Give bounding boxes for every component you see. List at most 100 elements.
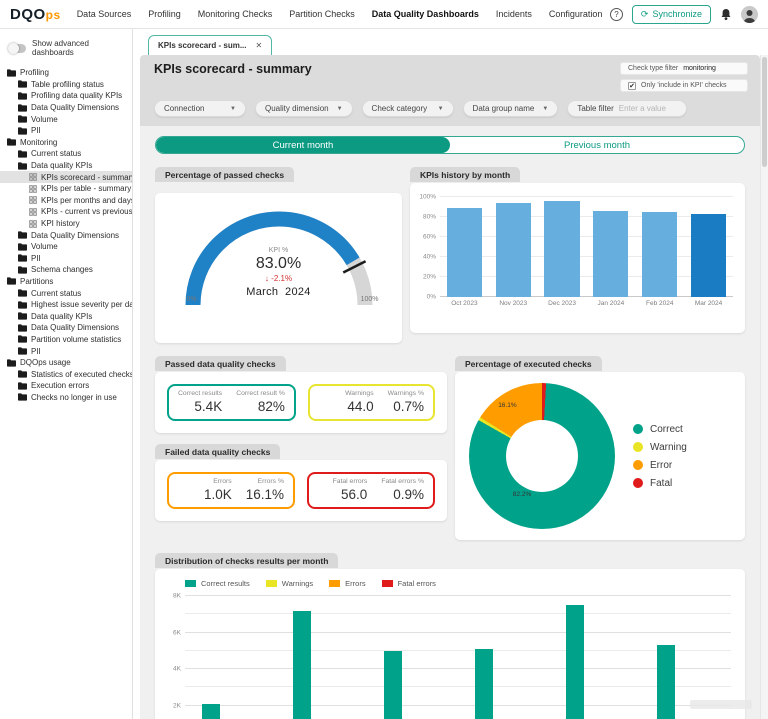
sidebar-item-volume[interactable]: Volume — [0, 241, 132, 253]
sidebar-item-pii[interactable]: PII — [0, 125, 132, 137]
folder-icon — [18, 231, 27, 239]
folder-icon — [18, 312, 27, 320]
stat-errors: Errors % 16.1% — [246, 478, 284, 502]
check-type-filter-value: monitoring — [683, 65, 716, 72]
scrollbar-thumb[interactable] — [762, 57, 767, 167]
sidebar-item-kpis-per-table-summary[interactable]: KPIs per table - summary — [0, 183, 132, 195]
distribution-chart-card: Correct results Warnings Errors Fatal error… — [155, 569, 745, 719]
bar-jan-2024-correct-results[interactable] — [475, 648, 493, 719]
bar-nov-2023[interactable] — [495, 203, 531, 297]
donut-card: 82.2% 16.1% Correct Warning Error Fatal — [455, 372, 745, 540]
filter-data-group-name[interactable]: Data group name ▼ — [462, 100, 559, 117]
bar-dec-2023-correct-results[interactable] — [384, 650, 402, 719]
sidebar-item-kpis-scorecard-summary[interactable]: KPIs scorecard - summary — [0, 171, 132, 183]
sidebar-item-label: KPIs per months and days — [41, 195, 132, 205]
sidebar-item-schema-changes[interactable]: Schema changes — [0, 264, 132, 276]
folder-icon — [7, 69, 16, 77]
folder-icon — [18, 393, 27, 402]
bar-oct-2023-correct-results[interactable] — [202, 703, 220, 719]
sidebar-item-partitions[interactable]: Partitions — [0, 276, 132, 288]
sidebar-item-label: Highest issue severity per day — [31, 300, 132, 310]
close-icon[interactable]: ✕ — [255, 41, 262, 50]
stat-label: Errors — [213, 478, 232, 485]
nav-item-partition-checks[interactable]: Partition Checks — [289, 9, 355, 19]
bar-oct-2023[interactable] — [446, 208, 482, 297]
folder-icon — [18, 92, 27, 100]
dashboard-header: KPIs scorecard - summary Check type filt… — [140, 55, 760, 126]
sidebar-item-current-status[interactable]: Current status — [0, 148, 132, 160]
sidebar-item-profiling-data-quality-kpis[interactable]: Profiling data quality KPIs — [0, 90, 132, 102]
toggle-switch[interactable] — [8, 42, 26, 54]
filter-connection[interactable]: Connection ▼ — [154, 100, 246, 117]
sidebar-item-checks-no-longer-in-use[interactable]: Checks no longer in use — [0, 392, 132, 404]
failed-stats-card: Errors 1.0K Errors % 16.1% Fatal errors 56.0 F… — [155, 460, 447, 521]
gauge-kpi-label: KPI % — [268, 247, 289, 254]
sidebar-item-data-quality-kpis[interactable]: Data quality KPIs — [0, 160, 132, 172]
sidebar-item-statistics-of-executed-checks[interactable]: Statistics of executed checks — [0, 368, 132, 380]
stat-label: Warnings % — [387, 390, 424, 397]
sidebar-item-highest-issue-severity-per-day[interactable]: Highest issue severity per day — [0, 299, 132, 311]
tab-previous-month[interactable]: Previous month — [450, 137, 744, 153]
passed-stat-box: Warnings 44.0 Warnings % 0.7% — [307, 384, 435, 421]
sidebar-item-partition-volume-statistics[interactable]: Partition volume statistics — [0, 334, 132, 346]
main-menu: Data Sources Profiling Monitoring Checks Pa… — [77, 9, 610, 19]
bar-dec-2023[interactable] — [544, 201, 580, 297]
folder-icon — [18, 127, 27, 135]
sidebar-item-label: Current status — [31, 288, 82, 298]
sidebar-item-data-quality-dimensions[interactable]: Data Quality Dimensions — [0, 229, 132, 241]
sidebar-item-data-quality-kpis[interactable]: Data quality KPIs — [0, 310, 132, 322]
synchronize-button[interactable]: ⟳ Synchronize — [631, 4, 711, 24]
vertical-scrollbar[interactable] — [760, 55, 768, 719]
kpi-history-chart: 0% 20% 40% 60% 80% 100% Oct 2023 Nov 2023 Dec 20… — [419, 194, 733, 307]
filter-label: Connection — [164, 104, 205, 113]
stat-value: 16.1% — [245, 487, 284, 502]
sidebar-item-data-quality-dimensions[interactable]: Data Quality Dimensions — [0, 102, 132, 114]
sidebar-item-monitoring[interactable]: Monitoring — [0, 137, 132, 149]
nav-item-monitoring-checks[interactable]: Monitoring Checks — [198, 9, 273, 19]
nav-item-configuration[interactable]: Configuration — [549, 9, 603, 19]
sidebar-item-execution-errors[interactable]: Execution errors — [0, 380, 132, 392]
failed-checks-panel: Failed data quality checks Errors 1.0K Err… — [155, 442, 447, 521]
bar-feb-2024[interactable] — [642, 212, 678, 297]
sidebar-item-profiling[interactable]: Profiling — [0, 67, 132, 79]
gauge-period: March 2024 — [246, 286, 311, 298]
sidebar-item-volume[interactable]: Volume — [0, 113, 132, 125]
legend-item-fatal-errors: Fatal errors — [381, 579, 436, 588]
nav-item-profiling[interactable]: Profiling — [148, 9, 181, 19]
grid-icon — [29, 173, 37, 181]
bar-nov-2023-correct-results[interactable] — [293, 610, 311, 719]
bar-mar-2024-correct-results[interactable] — [657, 645, 675, 719]
user-avatar[interactable] — [741, 5, 758, 23]
bar-mar-2024[interactable] — [690, 214, 727, 297]
bar-jan-2024[interactable] — [593, 211, 629, 297]
sidebar-item-kpi-history[interactable]: KPI history — [0, 218, 132, 230]
filter-check-category[interactable]: Check category ▼ — [361, 100, 454, 117]
notifications-bell-icon[interactable] — [720, 8, 732, 21]
nav-item-data-sources[interactable]: Data Sources — [77, 9, 132, 19]
bar-feb-2024-correct-results[interactable] — [566, 605, 584, 719]
stat-label: Errors % — [257, 478, 284, 485]
table-filter-input[interactable] — [618, 104, 677, 113]
sidebar-item-kpis-current-vs-previous-month[interactable]: KPIs - current vs previous month — [0, 206, 132, 218]
x-axis-labels: Oct 2023 Nov 2023 Dec 2023 Jan 2024 Feb 2024… — [440, 300, 733, 307]
sidebar-item-current-status[interactable]: Current status — [0, 287, 132, 299]
tab-kpis-scorecard-summary[interactable]: KPIs scorecard - sum... ✕ — [148, 35, 273, 55]
sidebar-item-dqops-usage[interactable]: DQOps usage — [0, 357, 132, 369]
sidebar-item-label: Data Quality Dimensions — [31, 323, 120, 333]
check-type-filter[interactable]: Check type filter monitoring — [620, 62, 748, 75]
grid-icon — [29, 196, 37, 205]
nav-item-incidents[interactable]: Incidents — [496, 9, 532, 19]
help-icon[interactable]: ? — [609, 7, 623, 21]
tab-current-month[interactable]: Current month — [156, 137, 450, 153]
include-in-kpi-filter[interactable]: ✔ Only 'include in KPI' checks — [620, 79, 748, 92]
sidebar-item-kpis-per-months-and-days[interactable]: KPIs per months and days — [0, 195, 132, 207]
sidebar-item-pii[interactable]: PII — [0, 345, 132, 357]
sidebar-item-data-quality-dimensions[interactable]: Data Quality Dimensions — [0, 322, 132, 334]
checkbox-checked-icon[interactable]: ✔ — [628, 81, 636, 90]
filter-quality-dimension[interactable]: Quality dimension ▼ — [255, 100, 353, 117]
sidebar-item-pii[interactable]: PII — [0, 253, 132, 265]
nav-item-data-quality-dashboards[interactable]: Data Quality Dashboards — [372, 9, 479, 19]
folder-icon — [18, 243, 27, 251]
folder-icon — [7, 359, 16, 367]
sidebar-item-table-profiling-status[interactable]: Table profiling status — [0, 79, 132, 91]
